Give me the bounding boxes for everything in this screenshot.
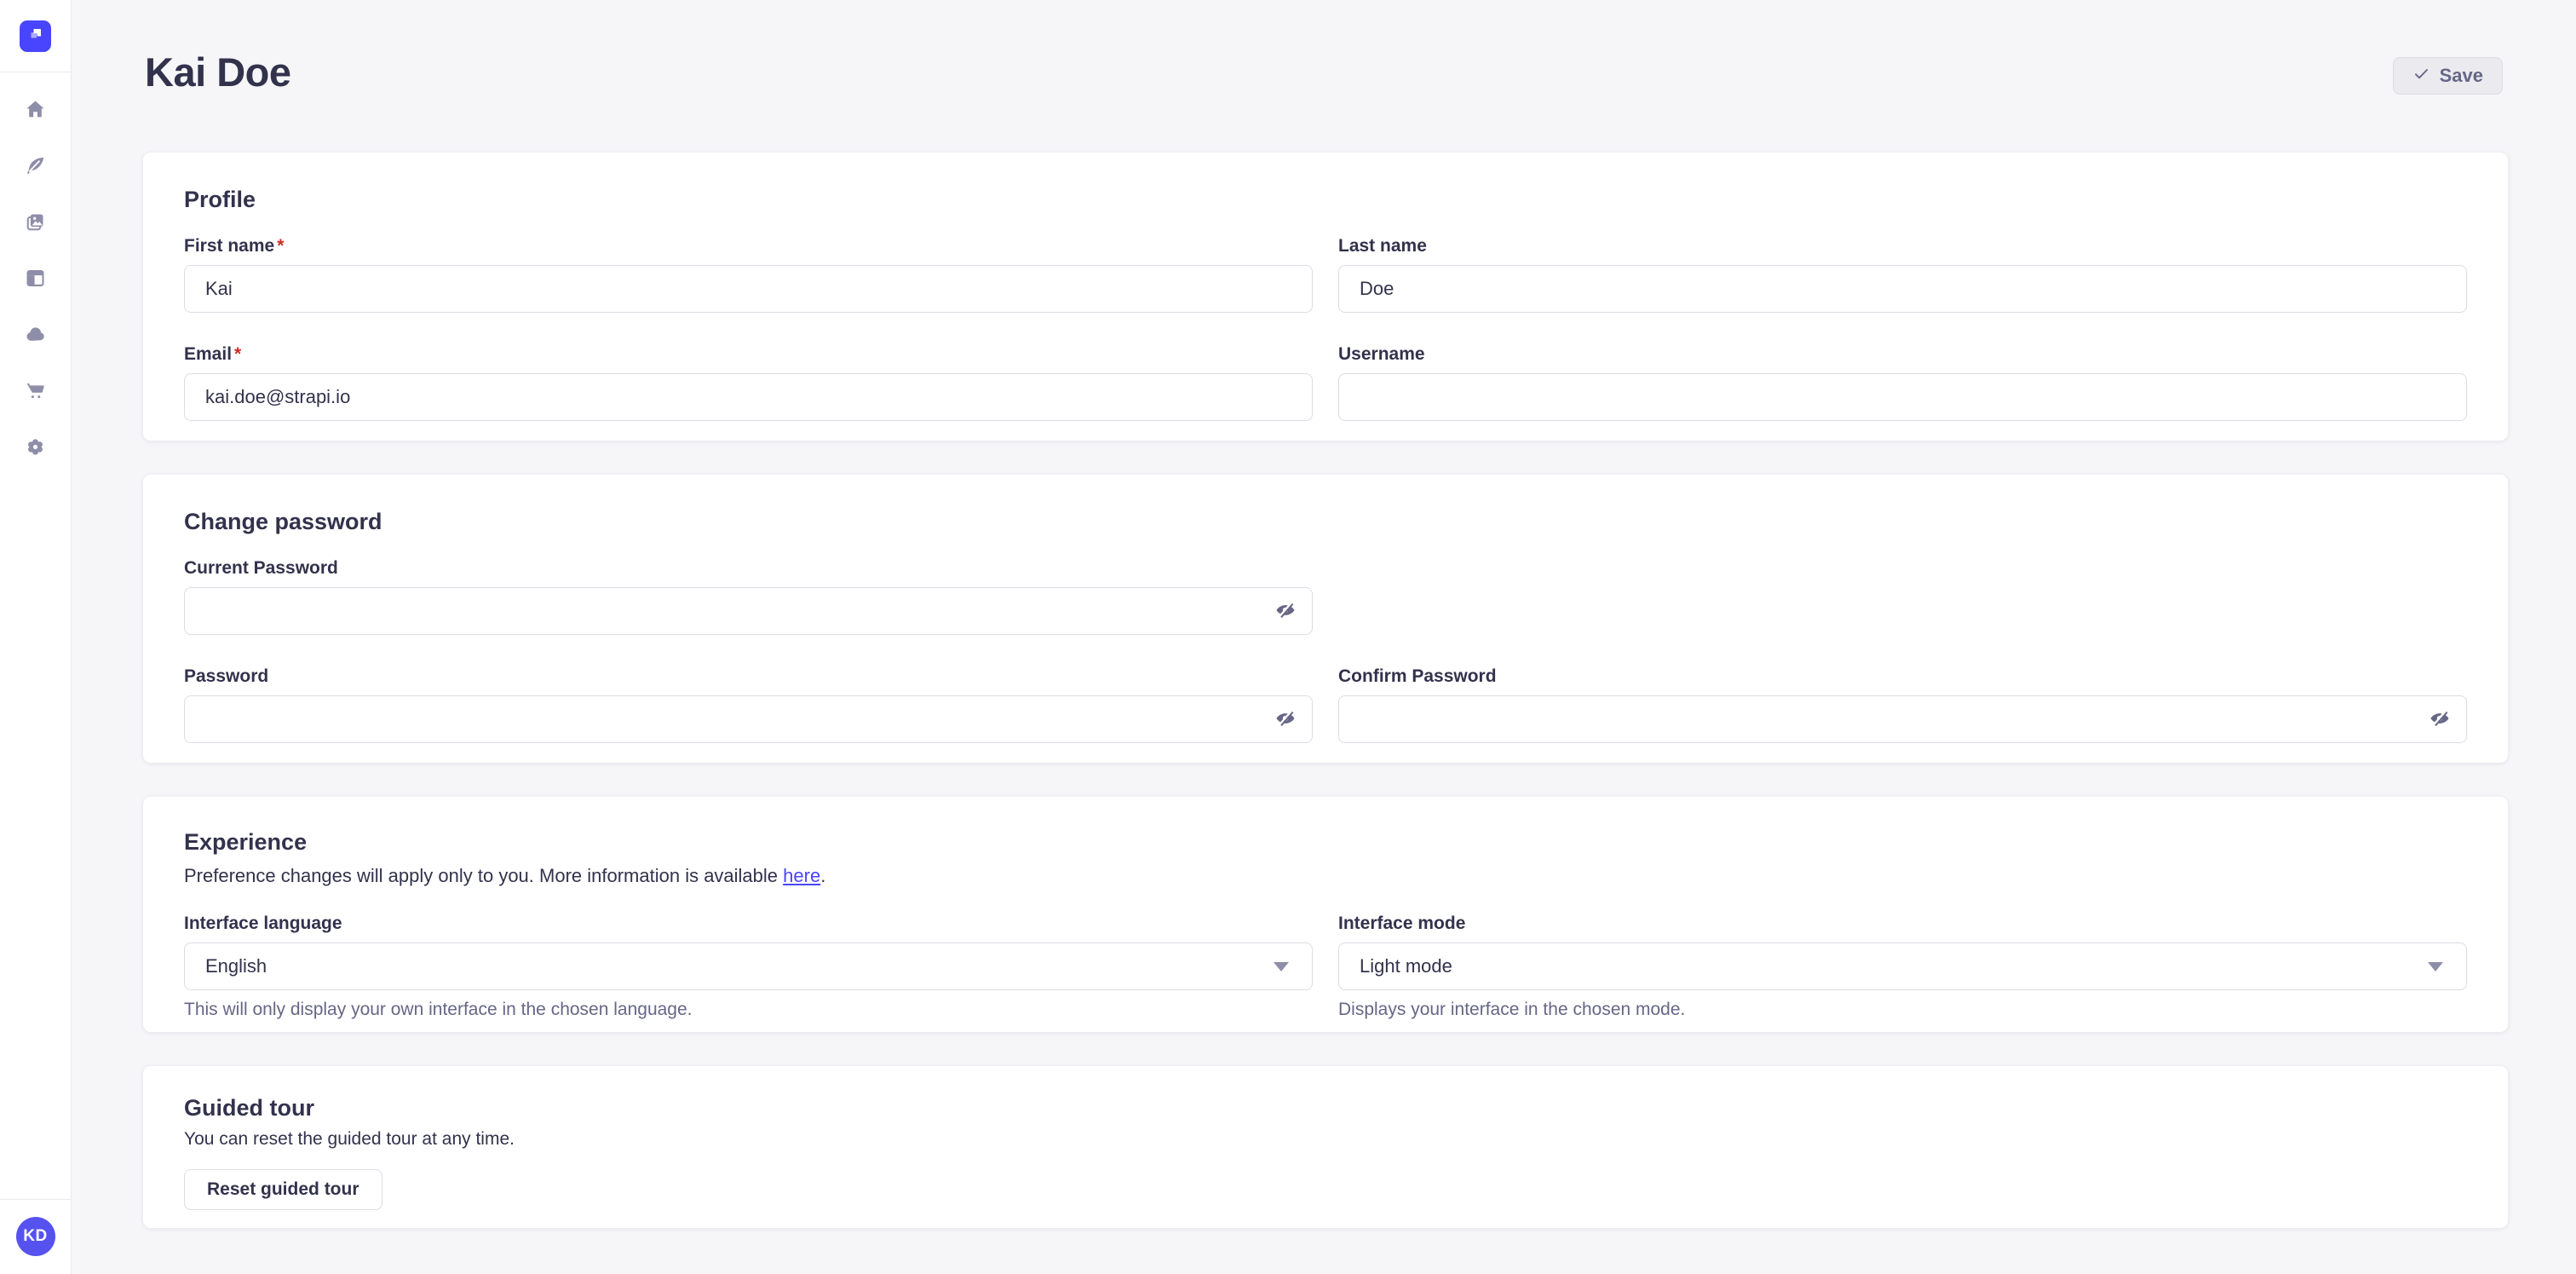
- interface-mode-label: Interface mode: [1338, 913, 2467, 934]
- sidebar-item-media-library[interactable]: [0, 193, 72, 250]
- change-password-grid: Current Password: [184, 557, 2467, 743]
- required-asterisk: *: [234, 343, 241, 365]
- interface-mode-field: Interface mode Light mode Displays your …: [1338, 913, 2467, 1020]
- gear-icon: [24, 435, 47, 458]
- save-button-label: Save: [2440, 65, 2483, 87]
- password-label: Password: [184, 666, 1313, 687]
- strapi-profile-page: KD Kai Doe Save Profile First name*: [0, 0, 2576, 1274]
- profile-heading: Profile: [184, 187, 2467, 213]
- chevron-down-icon: [1274, 962, 1289, 971]
- username-field: Username: [1338, 343, 2467, 421]
- sidebar: KD: [0, 0, 72, 1274]
- profile-card: Profile First name* Last name: [143, 153, 2508, 441]
- guided-tour-heading: Guided tour: [184, 1095, 2467, 1121]
- sidebar-item-content-type-builder[interactable]: [0, 137, 72, 193]
- first-name-field: First name*: [184, 235, 1313, 313]
- confirm-password-label: Confirm Password: [1338, 666, 2467, 687]
- guided-tour-description: You can reset the guided tour at any tim…: [184, 1128, 2467, 1150]
- avatar[interactable]: KD: [16, 1217, 55, 1256]
- toggle-current-password-visibility-button[interactable]: [1272, 597, 1299, 625]
- eye-off-icon: [1274, 707, 1297, 732]
- current-password-field: Current Password: [184, 557, 1313, 635]
- toggle-confirm-password-visibility-button[interactable]: [2426, 706, 2453, 733]
- change-password-grid-spacer: [1338, 557, 2467, 635]
- avatar-area: KD: [16, 1200, 55, 1274]
- username-input[interactable]: [1338, 373, 2467, 421]
- content-manager-icon: [24, 267, 47, 290]
- reset-guided-tour-button[interactable]: Reset guided tour: [184, 1169, 382, 1210]
- experience-heading: Experience: [184, 829, 2467, 856]
- strapi-logo-icon: [26, 24, 46, 49]
- feather-icon: [24, 154, 47, 177]
- interface-mode-select[interactable]: Light mode: [1338, 943, 2467, 990]
- sidebar-item-content-manager[interactable]: [0, 250, 72, 306]
- change-password-heading: Change password: [184, 509, 2467, 535]
- experience-card: Experience Preference changes will apply…: [143, 797, 2508, 1032]
- interface-language-field: Interface language English This will onl…: [184, 913, 1313, 1020]
- more-information-link[interactable]: here: [783, 865, 820, 886]
- cloud-icon: [24, 323, 47, 346]
- media-library-icon: [24, 210, 47, 233]
- last-name-input[interactable]: [1338, 265, 2467, 313]
- change-password-card: Change password Current Password: [143, 475, 2508, 763]
- interface-language-value: English: [205, 955, 267, 977]
- last-name-field: Last name: [1338, 235, 2467, 313]
- sidebar-item-home[interactable]: [0, 81, 72, 137]
- profile-grid: First name* Last name Email*: [184, 235, 2467, 421]
- password-field: Password: [184, 666, 1313, 743]
- interface-mode-hint: Displays your interface in the chosen mo…: [1338, 999, 2467, 1020]
- first-name-label: First name*: [184, 235, 1313, 257]
- sidebar-item-cloud[interactable]: [0, 306, 72, 362]
- email-field: Email*: [184, 343, 1313, 421]
- last-name-label: Last name: [1338, 235, 2467, 257]
- required-asterisk: *: [277, 235, 284, 257]
- email-input[interactable]: [184, 373, 1313, 421]
- guided-tour-card: Guided tour You can reset the guided tou…: [143, 1066, 2508, 1228]
- experience-grid: Interface language English This will onl…: [184, 913, 2467, 1020]
- page-title: Kai Doe: [145, 49, 291, 96]
- current-password-label: Current Password: [184, 557, 1313, 579]
- toggle-password-visibility-button[interactable]: [1272, 706, 1299, 733]
- check-icon: [2412, 65, 2430, 88]
- eye-off-icon: [1274, 599, 1297, 624]
- cart-icon: [24, 379, 47, 402]
- save-button[interactable]: Save: [2393, 57, 2503, 95]
- chevron-down-icon: [2428, 962, 2443, 971]
- confirm-password-input[interactable]: [1338, 695, 2467, 743]
- home-icon: [24, 98, 47, 121]
- eye-off-icon: [2429, 707, 2451, 732]
- username-label: Username: [1338, 343, 2467, 365]
- sidebar-item-settings[interactable]: [0, 418, 72, 475]
- interface-mode-value: Light mode: [1360, 955, 1452, 977]
- strapi-logo[interactable]: [20, 20, 51, 52]
- sidebar-item-marketplace[interactable]: [0, 362, 72, 418]
- first-name-input[interactable]: [184, 265, 1313, 313]
- experience-description: Preference changes will apply only to yo…: [184, 864, 2467, 887]
- interface-language-label: Interface language: [184, 913, 1313, 934]
- password-input[interactable]: [184, 695, 1313, 743]
- interface-language-select[interactable]: English: [184, 943, 1313, 990]
- confirm-password-field: Confirm Password: [1338, 666, 2467, 743]
- current-password-input[interactable]: [184, 587, 1313, 635]
- interface-language-hint: This will only display your own interfac…: [184, 999, 1313, 1020]
- sidebar-nav: [0, 72, 72, 475]
- email-label: Email*: [184, 343, 1313, 365]
